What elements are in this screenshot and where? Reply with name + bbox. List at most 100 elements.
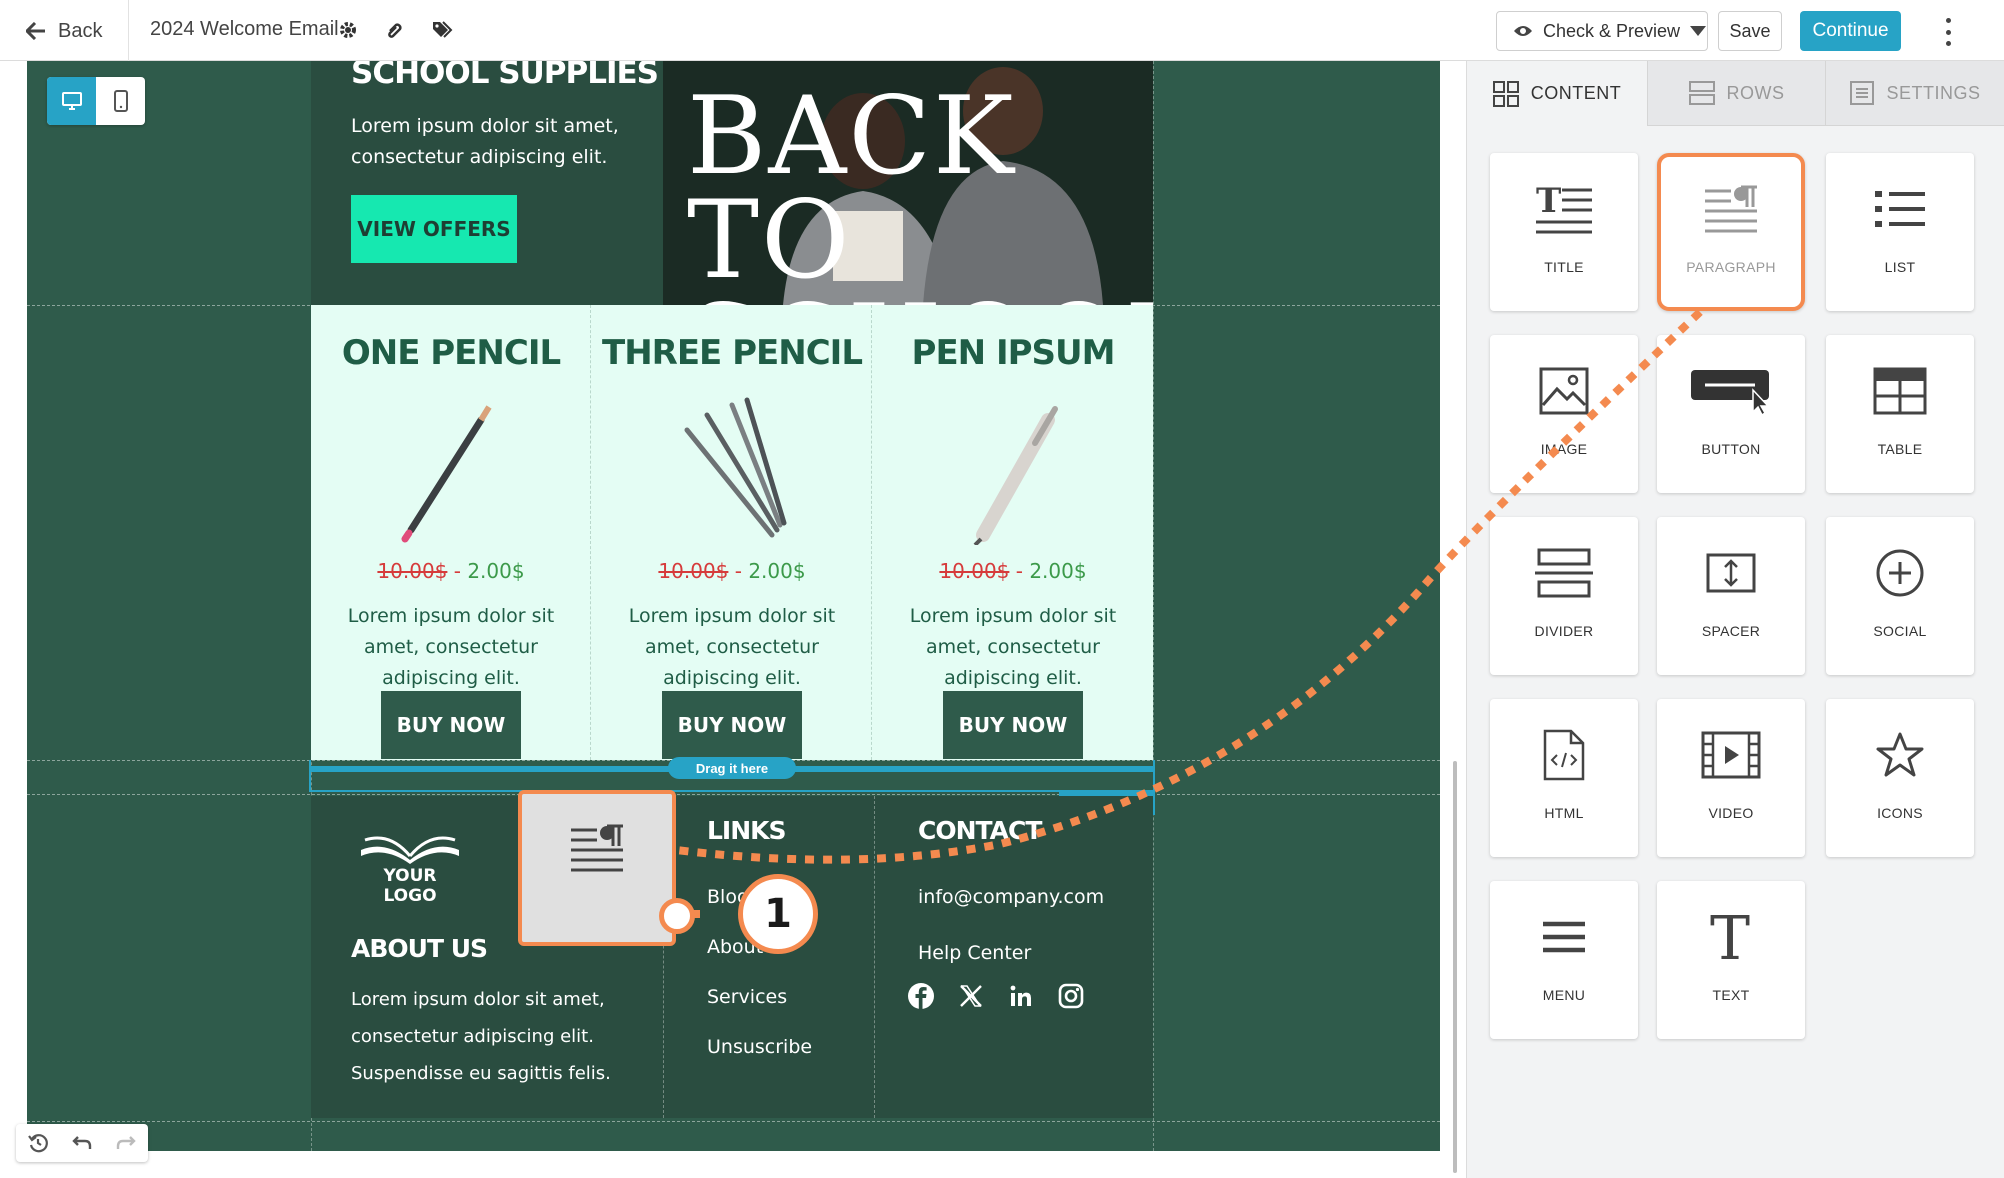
block-label: TITLE — [1544, 259, 1584, 275]
more-options-icon[interactable] — [1938, 18, 1958, 46]
paperclip-icon[interactable] — [383, 18, 407, 42]
mobile-view-button[interactable] — [96, 77, 145, 125]
x-icon[interactable] — [957, 982, 985, 1010]
desktop-icon — [61, 92, 82, 110]
document-title: 2024 Welcome Email — [150, 18, 339, 40]
check-preview-button[interactable]: Check & Preview — [1496, 11, 1708, 51]
block-label: BUTTON — [1701, 441, 1761, 457]
product-card[interactable]: ONE PENCIL 10.00$ - 2.00$ Lorem ipsum do… — [311, 305, 591, 760]
divider-icon — [1535, 548, 1593, 598]
eye-icon — [1514, 26, 1532, 36]
block-label: SOCIAL — [1873, 623, 1927, 639]
block-label: HTML — [1544, 805, 1584, 821]
continue-button[interactable]: Continue — [1800, 11, 1901, 51]
logo-text: YOUR LOGO — [383, 866, 437, 906]
product-card[interactable]: THREE PENCIL 10.00$ - 2.00$ Lorem ipsum … — [592, 305, 872, 760]
links-title: LINKS — [707, 816, 787, 845]
block-list[interactable]: LIST — [1826, 153, 1974, 311]
old-price: 10.00$ — [939, 559, 1010, 583]
gear-icon[interactable] — [336, 18, 360, 42]
old-price: 10.00$ — [658, 559, 729, 583]
save-button[interactable]: Save — [1718, 11, 1782, 51]
tab-rows[interactable]: ROWS — [1647, 61, 1825, 126]
star-icon — [1876, 732, 1924, 777]
canvas-scrollbar[interactable] — [1453, 761, 1457, 1173]
device-toggle — [47, 77, 145, 125]
menu-icon — [1543, 921, 1585, 953]
hero-text-block[interactable]: SCHOOL SUPPLIES Lorem ipsum dolor sit am… — [311, 61, 663, 305]
product-name: PEN IPSUM — [911, 333, 1116, 373]
instagram-icon[interactable] — [1057, 982, 1085, 1010]
dragged-paragraph-block[interactable] — [518, 790, 676, 946]
block-table[interactable]: TABLE — [1826, 335, 1974, 493]
block-label: VIDEO — [1708, 805, 1754, 821]
facebook-icon[interactable] — [907, 982, 935, 1010]
tab-settings[interactable]: SETTINGS — [1825, 61, 2004, 126]
editor-canvas: SCHOOL SUPPLIES Lorem ipsum dolor sit am… — [0, 61, 1463, 1178]
footer-link-services[interactable]: Services — [707, 986, 787, 1008]
contact-title: CONTACT — [918, 816, 1042, 845]
text-icon: T — [1710, 909, 1750, 965]
desktop-view-button[interactable] — [47, 77, 96, 125]
buy-now-button[interactable]: BUY NOW — [662, 691, 802, 759]
grid-icon — [1492, 80, 1519, 107]
product-description: Lorem ipsum dolor sit amet, consectetur … — [909, 605, 1117, 689]
block-social[interactable]: SOCIAL — [1826, 517, 1974, 675]
block-divider[interactable]: DIVIDER — [1490, 517, 1638, 675]
redo-icon[interactable] — [104, 1124, 148, 1162]
block-button[interactable]: BUTTON — [1657, 335, 1805, 493]
product-description: Lorem ipsum dolor sit amet, consectetur … — [628, 605, 836, 689]
new-price: 2.00$ — [1029, 559, 1087, 583]
footer-link-unsubscribe[interactable]: Unsuscribe — [707, 1036, 812, 1058]
block-icons[interactable]: ICONS — [1826, 699, 1974, 857]
contact-help-center[interactable]: Help Center — [918, 942, 1031, 964]
hero-image-text: BACK TO SCHOOL — [687, 74, 1153, 306]
product-price: 10.00$ - 2.00$ — [592, 559, 872, 583]
hero-image[interactable]: BACK TO SCHOOL — [663, 61, 1153, 305]
arrow-left-icon — [26, 22, 45, 40]
paragraph-icon — [1705, 185, 1757, 233]
social-icon — [1876, 549, 1924, 597]
block-label: LIST — [1884, 259, 1916, 275]
row-guide — [27, 794, 1440, 795]
hero-copy: Lorem ipsum dolor sit amet, consectetur … — [351, 115, 619, 168]
caret-down-icon — [1690, 26, 1707, 36]
block-paragraph[interactable]: PARAGRAPH — [1657, 153, 1805, 311]
hero-title: SCHOOL SUPPLIES — [351, 61, 659, 91]
buy-now-button[interactable]: BUY NOW — [943, 691, 1083, 759]
toolbar-divider — [128, 0, 129, 61]
block-html[interactable]: HTML — [1490, 699, 1638, 857]
block-image[interactable]: IMAGE — [1490, 335, 1638, 493]
contact-email[interactable]: info@company.com — [918, 886, 1104, 908]
block-spacer[interactable]: SPACER — [1657, 517, 1805, 675]
linkedin-icon[interactable] — [1007, 982, 1035, 1010]
logo[interactable]: YOUR LOGO — [355, 826, 465, 906]
undo-icon[interactable] — [60, 1124, 104, 1162]
tab-content[interactable]: CONTENT — [1467, 61, 1647, 126]
block-label: ICONS — [1877, 805, 1923, 821]
product-name: THREE PENCIL — [602, 333, 863, 373]
view-offers-button[interactable]: VIEW OFFERS — [351, 195, 517, 263]
pencil-image — [401, 405, 492, 543]
history-icon[interactable] — [16, 1124, 60, 1162]
new-price: 2.00$ — [748, 559, 806, 583]
old-price: 10.00$ — [377, 559, 448, 583]
block-title[interactable]: T TITLE — [1490, 153, 1638, 311]
block-menu[interactable]: MENU — [1490, 881, 1638, 1039]
block-text[interactable]: T TEXT — [1657, 881, 1805, 1039]
email-stage: SCHOOL SUPPLIES Lorem ipsum dolor sit am… — [27, 61, 1440, 1151]
product-card[interactable]: PEN IPSUM 10.00$ - 2.00$ Lorem ipsum dol… — [873, 305, 1153, 760]
column-guide — [874, 796, 875, 1118]
block-label: DIVIDER — [1534, 623, 1594, 639]
open-book-icon — [361, 836, 459, 864]
product-price: 10.00$ - 2.00$ — [873, 559, 1153, 583]
buy-now-button[interactable]: BUY NOW — [381, 691, 521, 759]
footer-row: YOUR LOGO ABOUT US Lorem ipsum dolor sit… — [311, 796, 1153, 1118]
price-separator: - — [447, 559, 468, 583]
back-button[interactable]: Back — [26, 16, 102, 46]
block-video[interactable]: VIDEO — [1657, 699, 1805, 857]
spacer-icon — [1706, 553, 1756, 593]
settings-list-icon — [1850, 81, 1875, 105]
tags-icon[interactable] — [430, 18, 454, 42]
mobile-icon — [113, 90, 128, 112]
